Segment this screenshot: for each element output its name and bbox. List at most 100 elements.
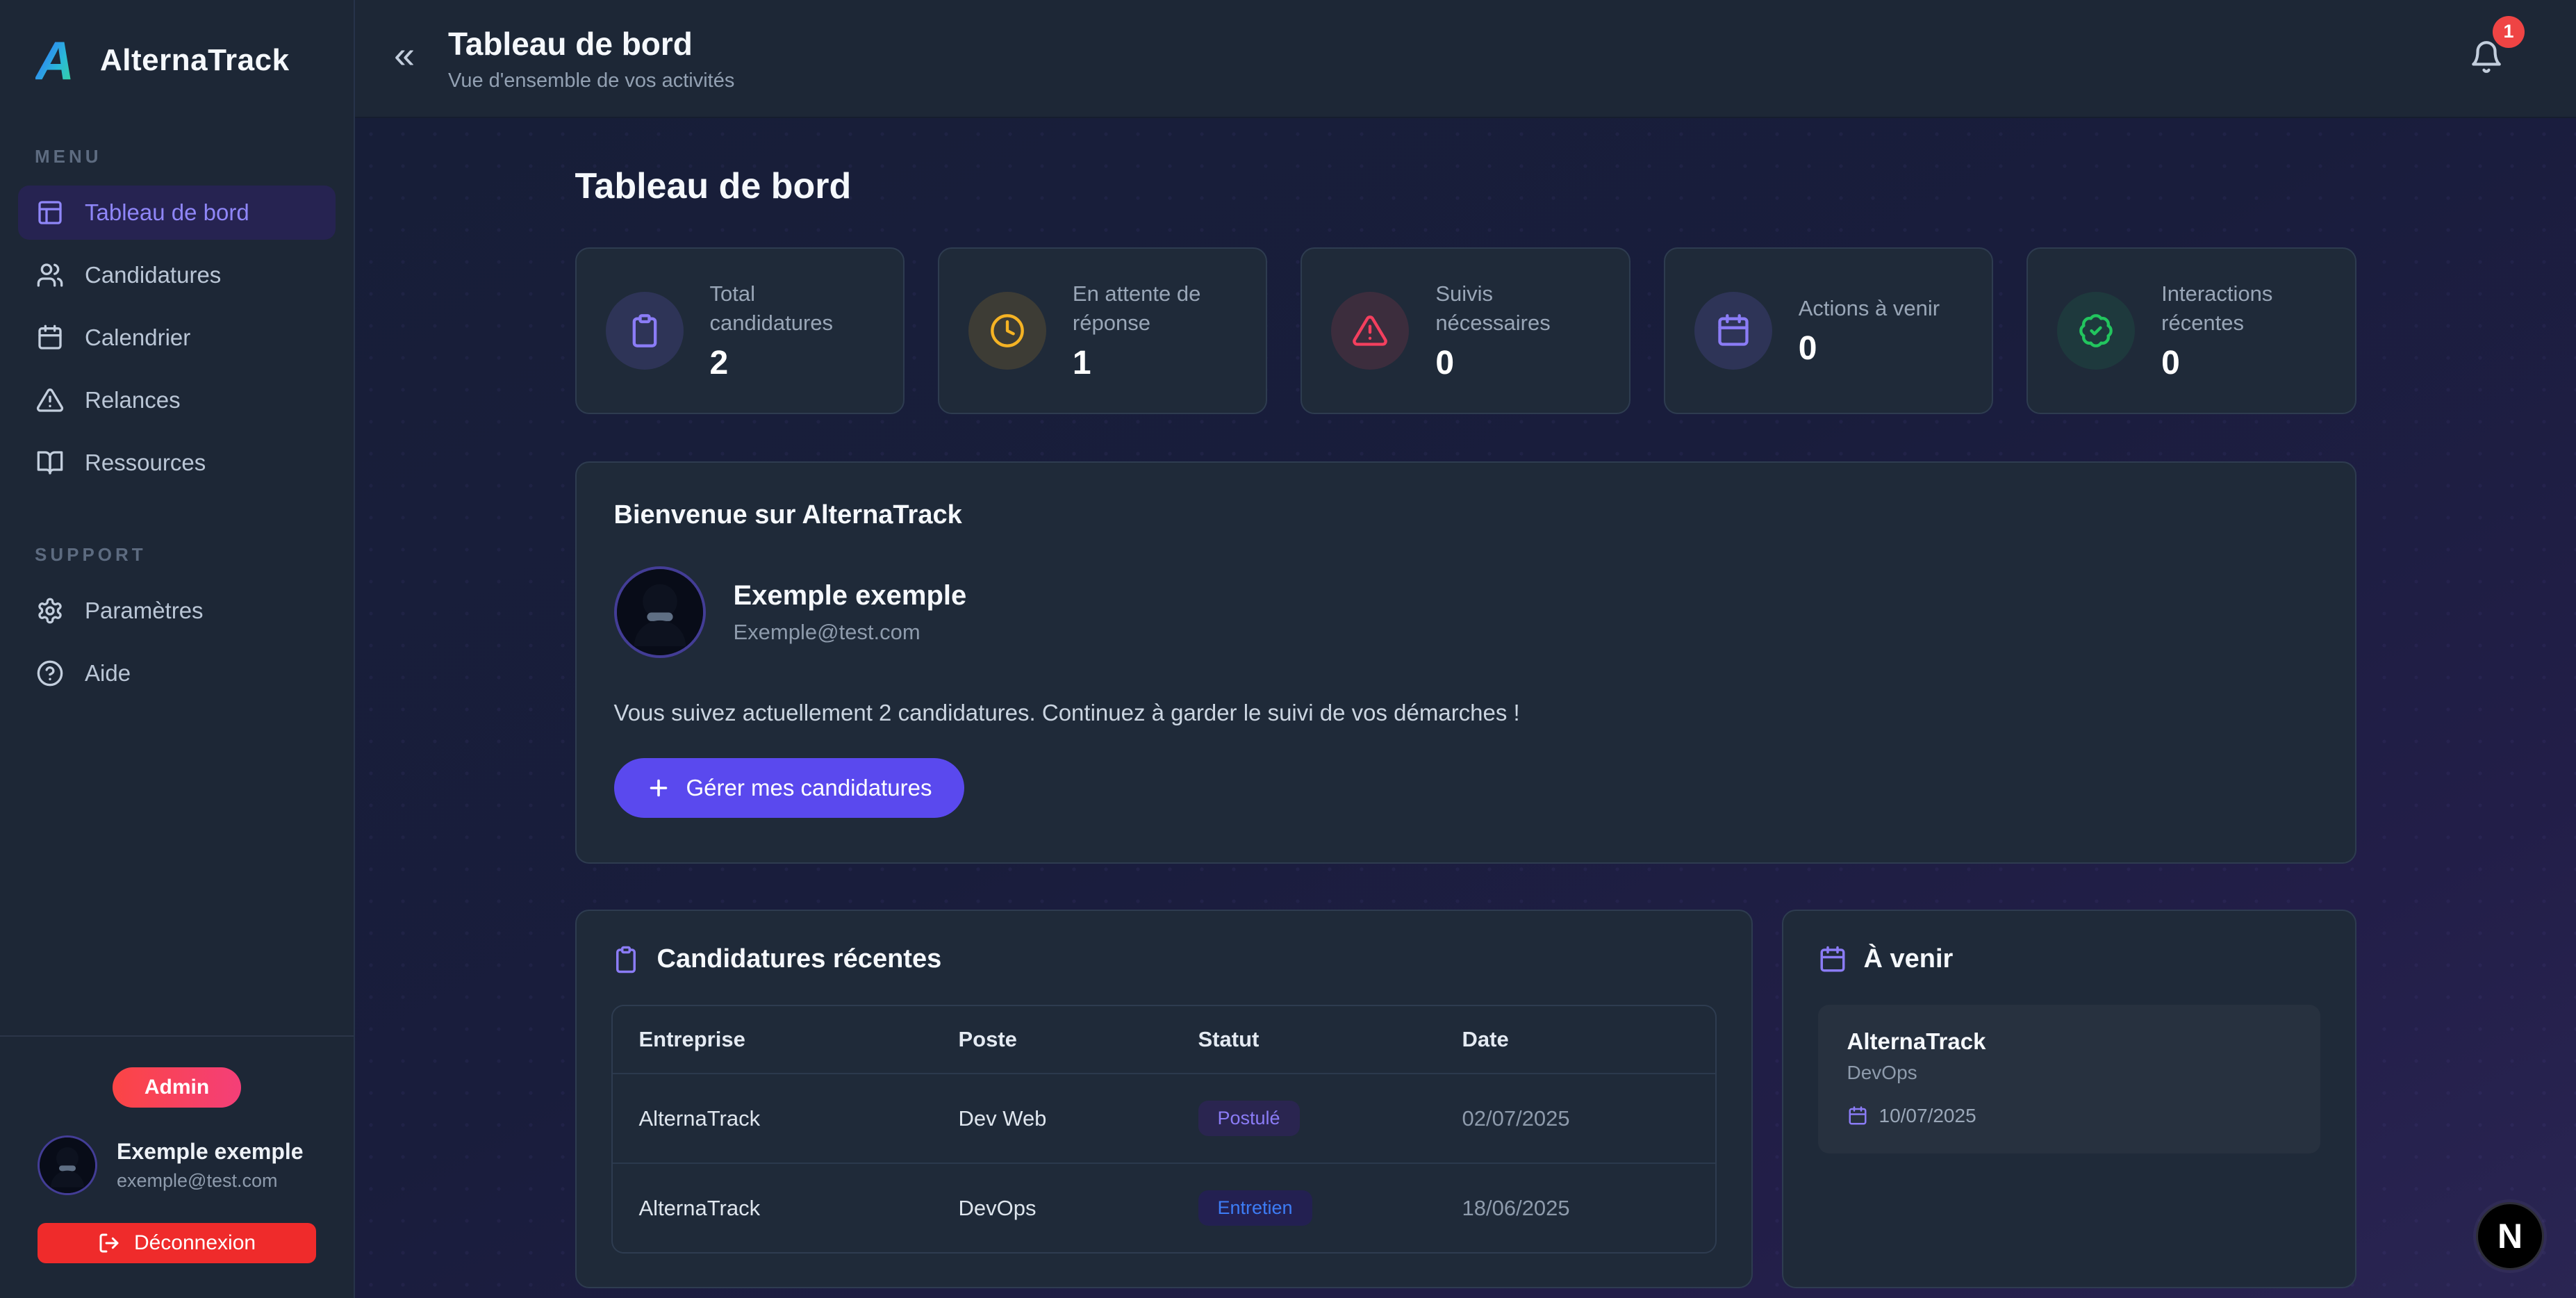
welcome-user-name: Exemple exemple	[734, 580, 967, 611]
stat-card-suivis: Suivis nécessaires 0	[1301, 247, 1630, 414]
status-badge: Entretien	[1198, 1190, 1312, 1226]
sidebar-item-label: Aide	[85, 660, 131, 687]
sidebar-section-support-label: SUPPORT	[35, 544, 336, 566]
sidebar-item-parametres[interactable]: Paramètres	[18, 584, 336, 638]
sidebar-user-row: Exemple exemple exemple@test.com	[38, 1135, 316, 1195]
calendar-icon	[1694, 292, 1772, 370]
nextjs-devtools-button[interactable]: N	[2476, 1202, 2544, 1270]
app-window: A AlternaTrack MENU Tableau de bord Cand…	[0, 0, 2576, 1298]
sidebar: A AlternaTrack MENU Tableau de bord Cand…	[0, 0, 355, 1298]
clock-icon	[968, 292, 1046, 370]
upcoming-company: AlternaTrack	[1847, 1028, 2291, 1055]
topbar: « Tableau de bord Vue d'ensemble de vos …	[355, 0, 2576, 118]
sidebar-user-email: exemple@test.com	[117, 1170, 304, 1192]
alert-triangle-icon	[36, 386, 64, 414]
sidebar-item-aide[interactable]: Aide	[18, 646, 336, 700]
calendar-icon	[1818, 945, 1847, 974]
cta-label: Gérer mes candidatures	[686, 775, 932, 801]
cell-poste: Dev Web	[932, 1074, 1172, 1163]
logout-button[interactable]: Déconnexion	[38, 1223, 316, 1263]
stat-value: 0	[1799, 329, 1940, 368]
sidebar-user-name: Exemple exemple	[117, 1139, 304, 1165]
role-badge: Admin	[113, 1067, 241, 1108]
gear-icon	[36, 597, 64, 625]
welcome-message: Vous suivez actuellement 2 candidatures.…	[614, 700, 2318, 726]
table-row[interactable]: AlternaTrack DevOps Entretien 18/06/2025	[613, 1163, 1715, 1252]
column-header-statut: Statut	[1172, 1006, 1436, 1074]
stat-label: En attente de réponse	[1073, 279, 1237, 338]
column-header-poste: Poste	[932, 1006, 1172, 1074]
welcome-title: Bienvenue sur AlternaTrack	[614, 500, 2318, 530]
main-content: Tableau de bord Total candidatures 2 En …	[355, 118, 2576, 1298]
stat-label: Interactions récentes	[2161, 279, 2325, 338]
column-header-entreprise: Entreprise	[613, 1006, 932, 1074]
sidebar-section-menu-label: MENU	[35, 146, 336, 167]
plus-icon	[646, 775, 671, 800]
brand-logo-icon: A	[28, 33, 82, 88]
check-badge-icon	[2057, 292, 2135, 370]
alert-triangle-icon	[1331, 292, 1409, 370]
sidebar-item-label: Tableau de bord	[85, 199, 249, 226]
stat-value: 0	[1435, 344, 1599, 382]
stats-row: Total candidatures 2 En attente de répon…	[575, 247, 2356, 414]
book-open-icon	[36, 449, 64, 477]
stat-label: Actions à venir	[1799, 294, 1940, 323]
dashboard-icon	[36, 199, 64, 227]
sidebar-item-label: Calendrier	[85, 324, 190, 351]
stat-value: 1	[1073, 344, 1237, 382]
stat-value: 2	[710, 344, 874, 382]
notification-count-badge: 1	[2493, 16, 2525, 48]
sidebar-item-label: Relances	[85, 387, 181, 413]
notifications-button[interactable]: 1	[2469, 40, 2504, 78]
upcoming-panel-title: À venir	[1864, 944, 1954, 974]
stat-card-total-candidatures: Total candidatures 2	[575, 247, 905, 414]
upcoming-panel: À venir AlternaTrack DevOps 10/07/2025	[1782, 910, 2356, 1288]
recent-applications-panel: Candidatures récentes Entreprise Poste S…	[575, 910, 1753, 1288]
cell-poste: DevOps	[932, 1163, 1172, 1252]
collapse-sidebar-button[interactable]: «	[394, 36, 415, 81]
recent-applications-table: Entreprise Poste Statut Date AlternaTrac…	[611, 1005, 1717, 1254]
stat-value: 0	[2161, 344, 2325, 382]
status-badge: Postulé	[1198, 1101, 1300, 1136]
sidebar-item-label: Paramètres	[85, 598, 204, 624]
stat-card-en-attente: En attente de réponse 1	[938, 247, 1267, 414]
stat-label: Suivis nécessaires	[1435, 279, 1599, 338]
table-header-row: Entreprise Poste Statut Date	[613, 1006, 1715, 1074]
table-row[interactable]: AlternaTrack Dev Web Postulé 02/07/2025	[613, 1074, 1715, 1163]
avatar	[38, 1135, 97, 1195]
logout-label: Déconnexion	[134, 1231, 256, 1255]
stat-card-interactions: Interactions récentes 0	[2026, 247, 2356, 414]
upcoming-item[interactable]: AlternaTrack DevOps 10/07/2025	[1818, 1005, 2320, 1153]
sidebar-item-label: Ressources	[85, 450, 206, 476]
manage-applications-button[interactable]: Gérer mes candidatures	[614, 758, 964, 818]
upcoming-role: DevOps	[1847, 1062, 2291, 1084]
calendar-icon	[36, 324, 64, 352]
topbar-title: Tableau de bord	[448, 25, 734, 63]
sidebar-item-tableau-de-bord[interactable]: Tableau de bord	[18, 186, 336, 240]
brand[interactable]: A AlternaTrack	[18, 26, 336, 95]
sidebar-item-ressources[interactable]: Ressources	[18, 436, 336, 490]
upcoming-date: 10/07/2025	[1879, 1105, 1976, 1127]
welcome-card: Bienvenue sur AlternaTrack Exemple exemp…	[575, 461, 2356, 864]
recent-panel-title: Candidatures récentes	[657, 944, 942, 974]
calendar-icon	[1847, 1106, 1868, 1126]
page-title: Tableau de bord	[575, 165, 2356, 207]
clipboard-icon	[611, 945, 641, 974]
stat-card-actions: Actions à venir 0	[1664, 247, 1993, 414]
sidebar-item-calendrier[interactable]: Calendrier	[18, 311, 336, 365]
sidebar-item-label: Candidatures	[85, 262, 221, 288]
users-icon	[36, 261, 64, 289]
cell-date: 02/07/2025	[1436, 1074, 1715, 1163]
cell-entreprise: AlternaTrack	[613, 1163, 932, 1252]
sidebar-item-candidatures[interactable]: Candidatures	[18, 248, 336, 302]
sidebar-item-relances[interactable]: Relances	[18, 373, 336, 427]
clipboard-icon	[606, 292, 684, 370]
avatar	[614, 566, 706, 658]
topbar-subtitle: Vue d'ensemble de vos activités	[448, 69, 734, 92]
help-circle-icon	[36, 659, 64, 687]
cell-entreprise: AlternaTrack	[613, 1074, 932, 1163]
stat-label: Total candidatures	[710, 279, 874, 338]
cell-date: 18/06/2025	[1436, 1163, 1715, 1252]
welcome-user-email: Exemple@test.com	[734, 620, 967, 645]
logout-icon	[98, 1232, 120, 1254]
